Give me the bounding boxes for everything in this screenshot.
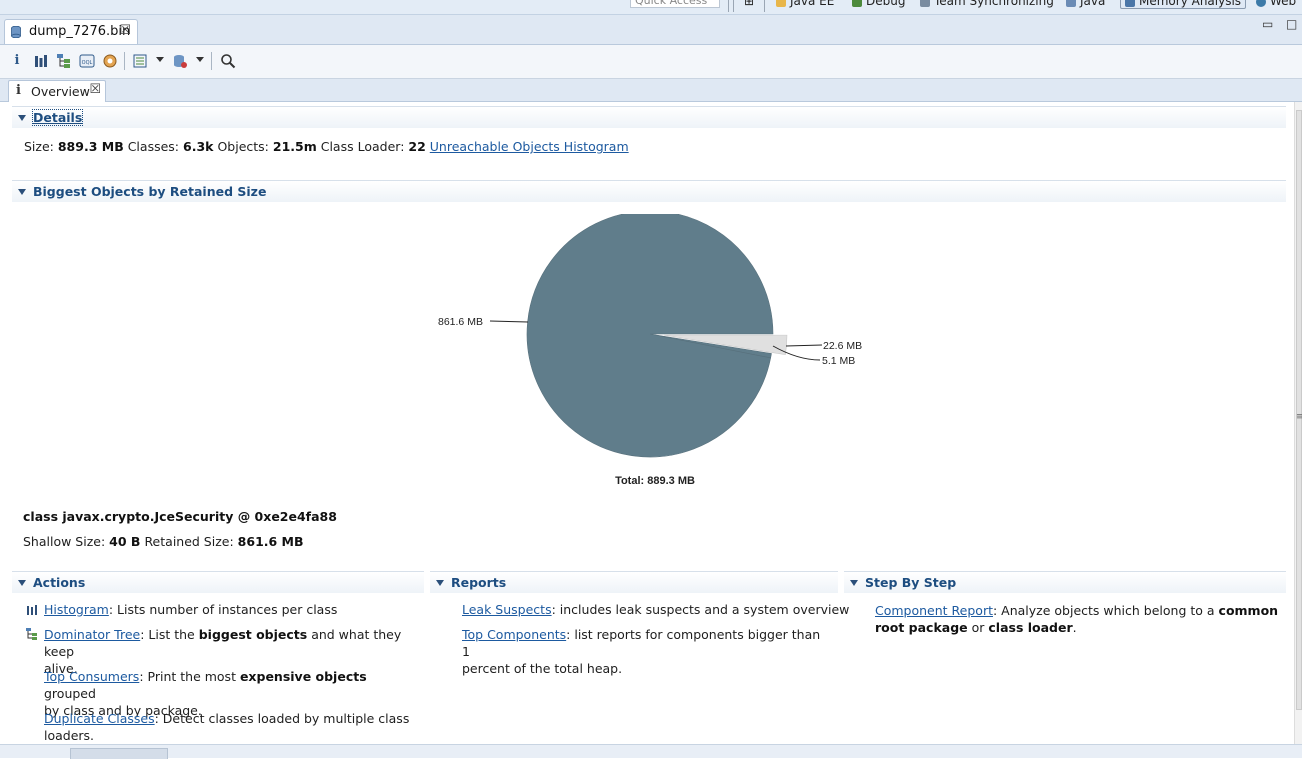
details-title: Details: [31, 109, 84, 126]
query-browser-icon[interactable]: [132, 53, 148, 69]
perspective-java[interactable]: Java: [1066, 0, 1105, 8]
top-consumers-link[interactable]: Top Consumers: [44, 669, 139, 684]
dominator-tree-icon: [26, 628, 37, 640]
team-sync-icon: [920, 0, 930, 7]
report-top-components: Top Components: list reports for compone…: [462, 627, 821, 676]
reports-title: Reports: [451, 575, 507, 590]
close-icon[interactable]: ☒: [89, 82, 101, 97]
collapse-triangle-icon[interactable]: [18, 115, 26, 121]
step-by-step-section-header[interactable]: Step By Step: [844, 571, 1286, 593]
toolbar-separator: [211, 52, 212, 70]
perspective-debug[interactable]: Debug: [852, 0, 905, 8]
leak-identification-dropdown[interactable]: [196, 57, 204, 62]
details-section-header[interactable]: Details: [12, 106, 1286, 128]
pie-label-1: 22.6 MB: [823, 340, 862, 352]
duplicate-classes-link[interactable]: Duplicate Classes: [44, 711, 155, 726]
pie-label-0: 861.6 MB: [438, 316, 483, 328]
actions-title: Actions: [33, 575, 86, 590]
dominator-tree-link[interactable]: Dominator Tree: [44, 627, 140, 642]
unreachable-objects-histogram-link[interactable]: Unreachable Objects Histogram: [430, 139, 629, 154]
query-browser-dropdown[interactable]: [156, 57, 164, 62]
component-report-link[interactable]: Component Report: [875, 603, 993, 618]
info-icon[interactable]: i: [9, 53, 25, 69]
perspective-java-ee[interactable]: Java EE: [776, 0, 834, 8]
report-leak-suspects: Leak Suspects: includes leak suspects an…: [462, 602, 850, 617]
pie-total-label: Total: 889.3 MB: [615, 475, 695, 487]
collapse-triangle-icon[interactable]: [18, 580, 26, 586]
histogram-icon[interactable]: [33, 53, 49, 69]
separator: [728, 0, 729, 12]
scrollbar-grip-icon: ≡: [1296, 412, 1302, 422]
leader-line-0: [489, 320, 529, 323]
biggest-objects-section-header[interactable]: Biggest Objects by Retained Size: [12, 180, 1286, 202]
step-by-step-title: Step By Step: [865, 575, 957, 590]
tab-overview-label: Overview: [31, 84, 90, 99]
reports-section-header[interactable]: Reports: [430, 571, 838, 593]
minimize-button[interactable]: ▭: [1262, 17, 1273, 31]
inner-tab-row: i Overview ☒: [0, 79, 1302, 102]
collapse-triangle-icon[interactable]: [18, 189, 26, 195]
maximize-button[interactable]: □: [1286, 17, 1297, 31]
memory-analysis-icon: [1125, 0, 1135, 7]
tab-overview[interactable]: i Overview ☒: [8, 80, 106, 102]
separator: [733, 0, 734, 12]
histogram-icon: [27, 605, 37, 615]
web-icon: [1256, 0, 1266, 7]
database-icon: [11, 26, 21, 38]
separator: [764, 0, 765, 12]
search-icon[interactable]: [220, 53, 236, 69]
collapse-triangle-icon[interactable]: [850, 580, 858, 586]
toolbar-separator: [124, 52, 125, 70]
collapse-triangle-icon[interactable]: [436, 580, 444, 586]
oql-icon[interactable]: OQL: [79, 53, 95, 69]
editor-toolbar: i OQL: [0, 45, 1302, 79]
editor-tab-label: dump_7276.bin: [29, 24, 131, 39]
biggest-object-class: class javax.crypto.JceSecurity @ 0xe2e4f…: [23, 509, 337, 524]
histogram-link[interactable]: Histogram: [44, 602, 109, 617]
debug-icon: [852, 0, 862, 7]
step-component-report: Component Report: Analyze objects which …: [875, 603, 1279, 635]
quick-access-input[interactable]: Quick Access: [630, 0, 720, 8]
leader-line-1: [785, 344, 823, 347]
top-components-link[interactable]: Top Components: [462, 627, 566, 642]
leak-identification-icon[interactable]: [172, 53, 188, 69]
action-duplicate-classes: Duplicate Classes: Detect classes loaded…: [44, 711, 410, 743]
vertical-scrollbar[interactable]: ≡: [1294, 102, 1302, 744]
leak-suspects-link[interactable]: Leak Suspects: [462, 602, 552, 617]
details-summary: Size: 889.3 MB Classes: 6.3k Objects: 21…: [24, 139, 629, 154]
editor-tab-row: dump_7276.bin ☒ ▭ □: [0, 15, 1302, 45]
dominator-tree-icon[interactable]: [56, 53, 72, 69]
scrollbar-thumb[interactable]: [1296, 110, 1302, 710]
perspective-memory-analysis[interactable]: Memory Analysis: [1120, 0, 1247, 9]
info-icon: i: [16, 83, 21, 98]
perspective-team-sync[interactable]: Team Synchronizing: [920, 0, 1054, 8]
action-histogram: Histogram: Lists number of instances per…: [44, 602, 338, 617]
biggest-object-sizes: Shallow Size: 40 B Retained Size: 861.6 …: [23, 534, 304, 549]
bottom-panel-tab[interactable]: [70, 748, 168, 759]
actions-section-header[interactable]: Actions: [12, 571, 424, 593]
perspective-web[interactable]: Web: [1256, 0, 1296, 8]
biggest-objects-title: Biggest Objects by Retained Size: [33, 184, 267, 199]
bottom-panel-strip: [0, 744, 1302, 759]
java-ee-icon: [776, 0, 786, 7]
editor-tab-dump[interactable]: dump_7276.bin ☒: [4, 19, 138, 44]
pie-label-2: 5.1 MB: [822, 355, 855, 367]
perspective-bar: Quick Access ⊞ Java EE Debug Team Synchr…: [0, 0, 1302, 15]
heap-dump-overview-icon[interactable]: [102, 53, 118, 69]
retained-size-pie-chart[interactable]: 861.6 MB 22.6 MB 5.1 MB Total: 889.3 MB: [418, 214, 868, 504]
svg-text:OQL: OQL: [82, 60, 93, 66]
open-perspective-icon[interactable]: ⊞: [744, 0, 754, 8]
close-icon[interactable]: ☒: [119, 23, 131, 38]
overview-content: Details Size: 889.3 MB Classes: 6.3k Obj…: [8, 102, 1294, 744]
java-icon: [1066, 0, 1076, 7]
